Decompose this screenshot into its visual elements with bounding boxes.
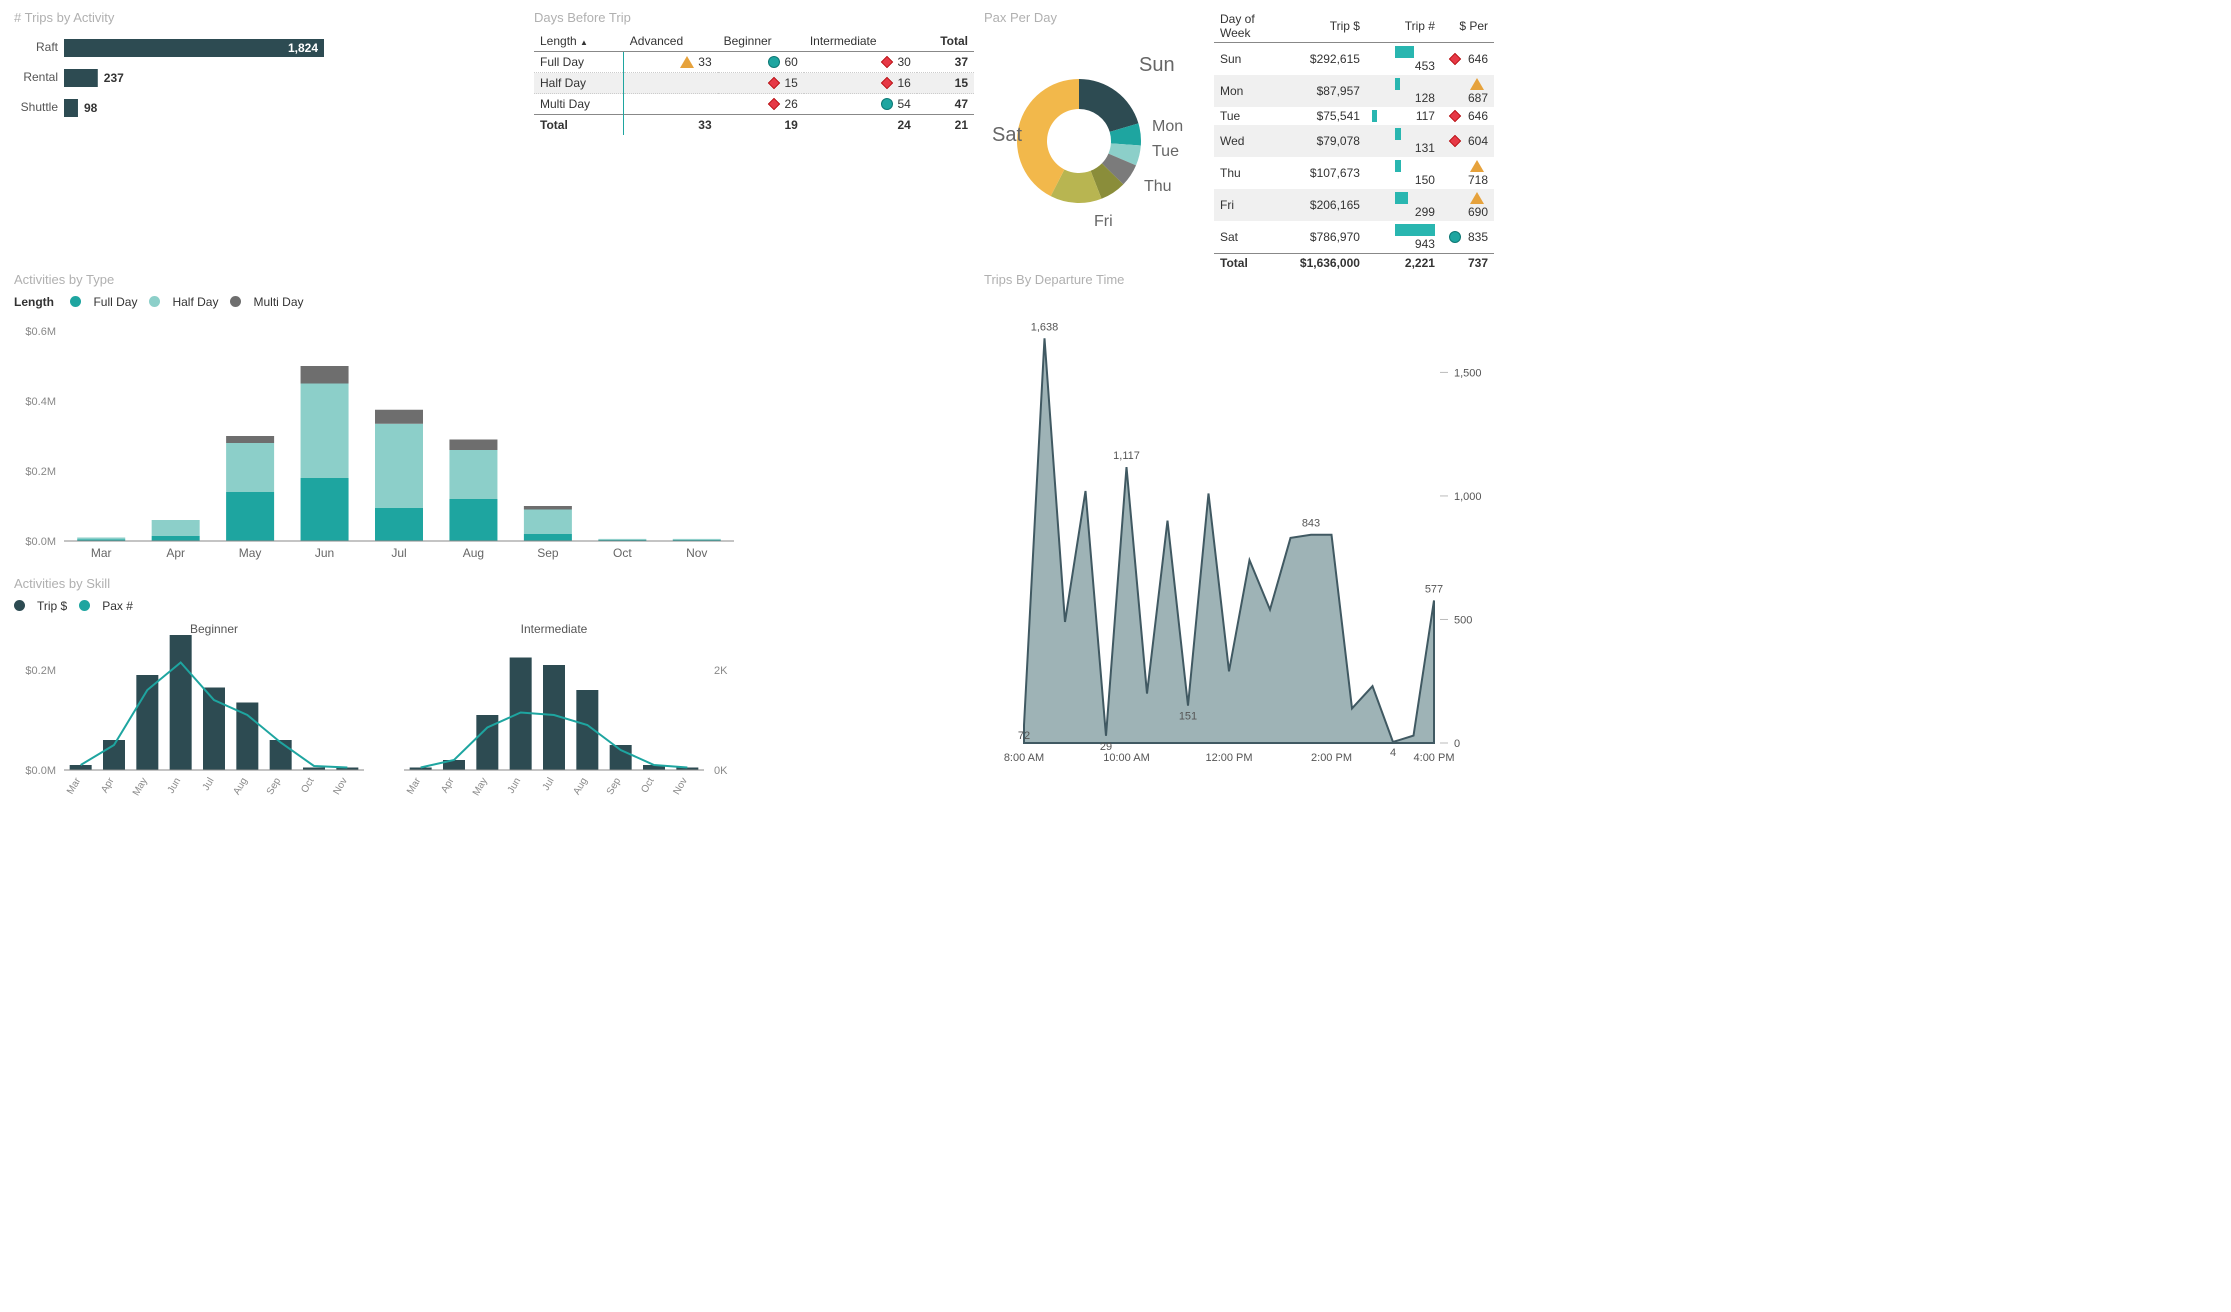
svg-text:Apr: Apr bbox=[166, 546, 185, 560]
svg-text:10:00 AM: 10:00 AM bbox=[1103, 752, 1149, 764]
svg-text:Thu: Thu bbox=[1144, 178, 1172, 195]
svg-text:Intermediate: Intermediate bbox=[521, 622, 588, 636]
svg-text:1,824: 1,824 bbox=[288, 41, 318, 55]
svg-text:151: 151 bbox=[1179, 711, 1197, 723]
svg-text:$0.2M: $0.2M bbox=[25, 466, 56, 478]
svg-text:Jul: Jul bbox=[541, 776, 557, 793]
pax-per-day-chart[interactable]: Pax Per Day Sun Mon Tue Thu Fri Sat bbox=[984, 10, 1204, 272]
svg-text:Jun: Jun bbox=[506, 776, 524, 795]
chart-title: Activities by Skill bbox=[14, 576, 974, 591]
svg-text:1,117: 1,117 bbox=[1113, 450, 1140, 462]
svg-text:577: 577 bbox=[1425, 583, 1443, 595]
svg-text:Oct: Oct bbox=[299, 776, 316, 795]
svg-text:Nov: Nov bbox=[686, 546, 707, 560]
svg-text:4:00 PM: 4:00 PM bbox=[1414, 752, 1455, 764]
svg-text:29: 29 bbox=[1100, 741, 1112, 753]
svg-text:1,500: 1,500 bbox=[1454, 367, 1482, 379]
svg-text:500: 500 bbox=[1454, 614, 1472, 626]
svg-text:$0.4M: $0.4M bbox=[25, 396, 56, 408]
svg-text:8:00 AM: 8:00 AM bbox=[1004, 752, 1044, 764]
svg-text:Aug: Aug bbox=[232, 776, 250, 797]
svg-text:Mar: Mar bbox=[405, 775, 423, 796]
svg-text:Tue: Tue bbox=[1152, 143, 1179, 160]
svg-text:2:00 PM: 2:00 PM bbox=[1311, 752, 1352, 764]
svg-text:Aug: Aug bbox=[463, 546, 484, 560]
svg-text:Sep: Sep bbox=[537, 546, 559, 560]
svg-text:2K: 2K bbox=[714, 665, 728, 677]
chart-title: # Trips by Activity bbox=[14, 10, 514, 25]
activities-by-type-chart[interactable]: Activities by Type Length Full DayHalf D… bbox=[14, 272, 974, 576]
svg-text:Mar: Mar bbox=[65, 775, 83, 796]
svg-text:$0.2M: $0.2M bbox=[25, 665, 56, 677]
svg-text:Sep: Sep bbox=[265, 776, 284, 797]
svg-text:12:00 PM: 12:00 PM bbox=[1205, 752, 1252, 764]
svg-text:Raft: Raft bbox=[36, 40, 59, 54]
legend: Trip $Pax # bbox=[14, 597, 974, 615]
days-before-trip-table[interactable]: Days Before Trip Length ▲AdvancedBeginne… bbox=[524, 10, 974, 272]
svg-text:98: 98 bbox=[84, 101, 98, 115]
chart-title: Pax Per Day bbox=[984, 10, 1204, 25]
svg-text:Sat: Sat bbox=[992, 124, 1022, 146]
svg-text:Apr: Apr bbox=[439, 775, 457, 795]
svg-text:Apr: Apr bbox=[99, 775, 117, 795]
svg-text:May: May bbox=[471, 776, 490, 798]
activities-by-skill-chart[interactable]: Activities by Skill Trip $Pax # $0.0M $0.… bbox=[14, 576, 974, 830]
svg-text:72: 72 bbox=[1018, 730, 1030, 742]
svg-text:$0.0M: $0.0M bbox=[25, 536, 56, 548]
svg-text:May: May bbox=[131, 776, 150, 798]
svg-text:4: 4 bbox=[1390, 747, 1396, 759]
svg-text:237: 237 bbox=[104, 71, 124, 85]
svg-text:843: 843 bbox=[1302, 518, 1320, 530]
trips-by-departure-chart[interactable]: Trips By Departure Time 0 500 1,000 1,500 8:… bbox=[984, 272, 1484, 830]
svg-text:$0.6M: $0.6M bbox=[25, 326, 56, 338]
svg-text:Oct: Oct bbox=[613, 546, 632, 560]
chart-title: Days Before Trip bbox=[534, 10, 974, 25]
svg-text:Jul: Jul bbox=[391, 546, 406, 560]
svg-text:Nov: Nov bbox=[332, 776, 350, 797]
svg-text:Nov: Nov bbox=[672, 776, 690, 797]
day-of-week-table[interactable]: Day of WeekTrip $Trip #$ PerSun$292,615 … bbox=[1214, 10, 1494, 272]
svg-text:Rental: Rental bbox=[23, 70, 58, 84]
svg-text:Mar: Mar bbox=[91, 546, 112, 560]
svg-text:Mon: Mon bbox=[1152, 118, 1183, 135]
svg-text:Sep: Sep bbox=[605, 776, 624, 797]
svg-text:0: 0 bbox=[1454, 738, 1460, 750]
svg-text:Oct: Oct bbox=[639, 776, 656, 795]
svg-text:Aug: Aug bbox=[572, 776, 590, 797]
svg-text:May: May bbox=[239, 546, 262, 560]
svg-text:0K: 0K bbox=[714, 765, 728, 777]
svg-text:$0.0M: $0.0M bbox=[25, 765, 56, 777]
svg-text:1,638: 1,638 bbox=[1031, 321, 1059, 333]
svg-text:1,000: 1,000 bbox=[1454, 491, 1482, 503]
svg-text:Fri: Fri bbox=[1094, 213, 1113, 230]
trips-by-activity-chart[interactable]: # Trips by Activity Raft 1,824 Rental 237 Sh… bbox=[14, 10, 514, 272]
svg-text:Jun: Jun bbox=[166, 776, 184, 795]
legend: Length Full DayHalf DayMulti Day bbox=[14, 293, 974, 311]
svg-text:Beginner: Beginner bbox=[190, 622, 238, 636]
svg-text:Sun: Sun bbox=[1139, 54, 1175, 76]
svg-text:Shuttle: Shuttle bbox=[21, 100, 59, 114]
chart-title: Trips By Departure Time bbox=[984, 272, 1484, 287]
svg-text:Jun: Jun bbox=[315, 546, 334, 560]
svg-text:Jul: Jul bbox=[201, 776, 217, 793]
chart-title: Activities by Type bbox=[14, 272, 974, 287]
